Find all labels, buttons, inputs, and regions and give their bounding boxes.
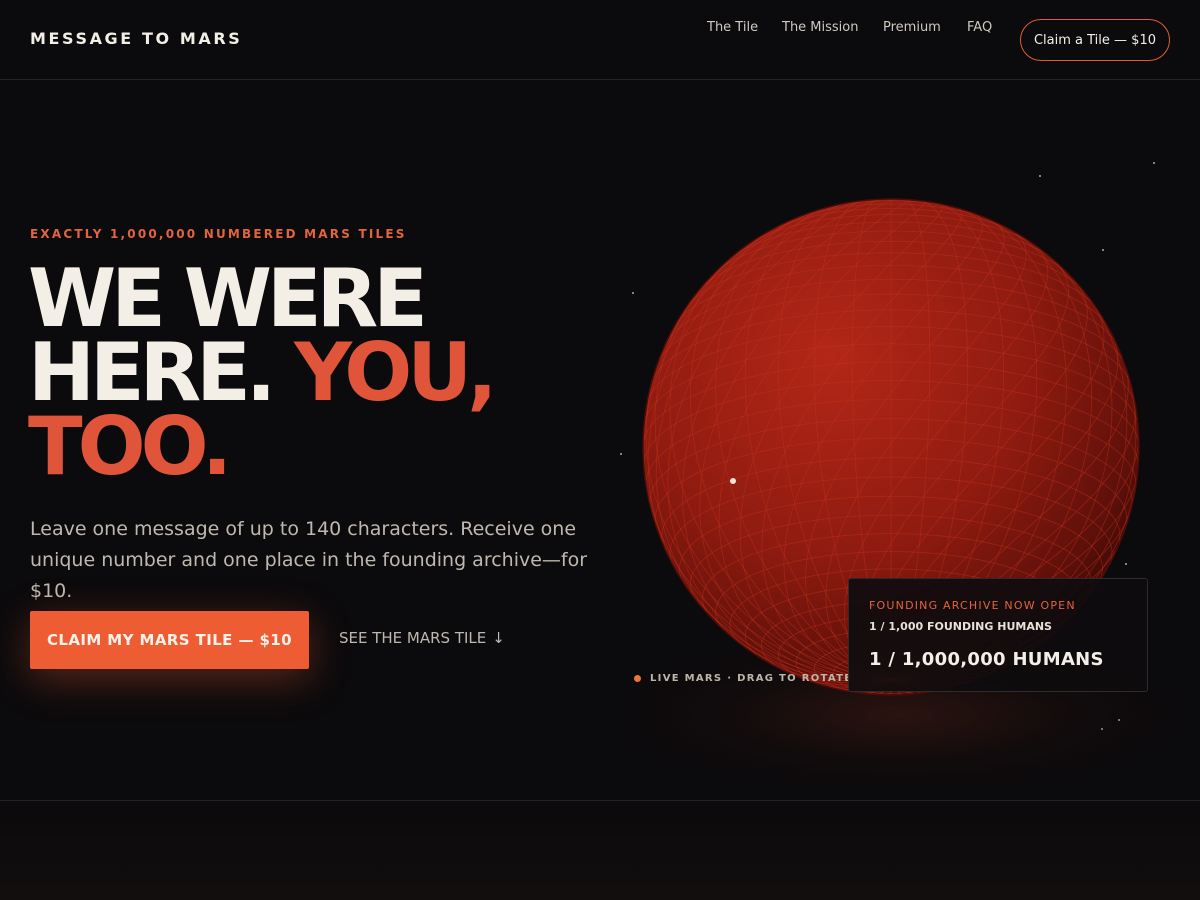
- star: [632, 292, 634, 294]
- arrow-down-icon: ↓: [492, 629, 505, 647]
- site-header: MESSAGE TO MARS The Tile The Mission Pre…: [0, 0, 1200, 80]
- see-the-mars-tile-label: SEE THE MARS TILE: [339, 629, 487, 647]
- star: [1039, 175, 1041, 177]
- live-indicator-icon: [634, 675, 641, 682]
- hero-eyebrow: EXACTLY 1,000,000 NUMBERED MARS TILES: [30, 227, 407, 241]
- claim-tile-button[interactable]: Claim a Tile — $10: [1020, 19, 1170, 61]
- tile-marker[interactable]: [730, 478, 736, 484]
- star: [1153, 162, 1155, 164]
- next-section: [0, 801, 1200, 900]
- headline-line-3: TOO.: [28, 400, 232, 493]
- nav-link-the-mission[interactable]: The Mission: [782, 20, 859, 35]
- hero-headline: WE WERE HERE. YOU, TOO.: [28, 259, 628, 487]
- see-the-mars-tile-link[interactable]: SEE THE MARS TILE ↓: [339, 629, 505, 647]
- card-humans-count: 1 / 1,000,000 HUMANS: [869, 649, 1104, 670]
- live-mars-text: LIVE MARS · DRAG TO ROTATE: [650, 673, 853, 684]
- card-eyebrow: FOUNDING ARCHIVE NOW OPEN: [869, 599, 1076, 612]
- card-founding-count: 1 / 1,000 FOUNDING HUMANS: [869, 620, 1052, 633]
- nav-link-premium[interactable]: Premium: [883, 20, 941, 35]
- page: MESSAGE TO MARS The Tile The Mission Pre…: [0, 0, 1200, 900]
- brand-logo[interactable]: MESSAGE TO MARS: [30, 29, 242, 48]
- live-mars-label: LIVE MARS · DRAG TO ROTATE: [634, 673, 852, 684]
- nav-link-faq[interactable]: FAQ: [967, 20, 992, 35]
- founding-archive-card: FOUNDING ARCHIVE NOW OPEN 1 / 1,000 FOUN…: [848, 578, 1148, 692]
- nav-link-the-tile[interactable]: The Tile: [707, 20, 758, 35]
- headline-line-2b: YOU,: [294, 326, 497, 419]
- claim-my-mars-tile-button[interactable]: CLAIM MY MARS TILE — $10: [30, 611, 309, 669]
- hero-description: Leave one message of up to 140 character…: [30, 518, 588, 602]
